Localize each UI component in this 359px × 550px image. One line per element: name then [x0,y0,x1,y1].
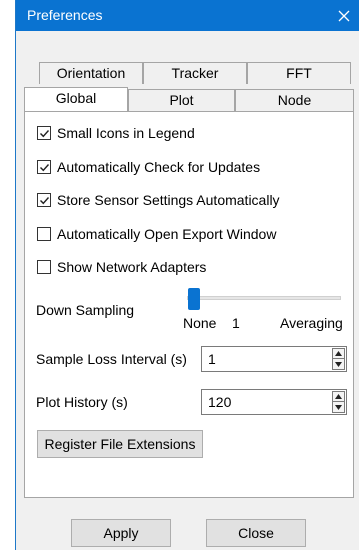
tab-global[interactable]: Global [24,87,128,111]
spin-up-icon[interactable] [332,348,345,359]
slider-value-label: 1 [232,315,240,331]
plot-history-value[interactable]: 120 [208,394,231,410]
checkbox-small-icons[interactable]: Small Icons in Legend [37,123,195,143]
spin-down-icon[interactable] [332,359,345,370]
checkbox-label: Automatically Check for Updates [57,159,261,175]
plot-history-label: Plot History (s) [36,394,128,410]
sample-loss-label: Sample Loss Interval (s) [36,351,187,367]
checkbox-label: Automatically Open Export Window [57,226,277,242]
tab-label: Node [277,92,312,108]
tab-label: Tracker [171,65,219,81]
checkbox-label: Show Network Adapters [57,259,207,275]
button-label: Apply [103,525,139,541]
checkbox-show-network-adapters[interactable]: Show Network Adapters [37,257,206,277]
sample-loss-value[interactable]: 1 [208,351,216,367]
global-panel: Small Icons in Legend Automatically Chec… [24,111,354,498]
title-bar: Preferences [16,0,359,31]
tab-fft[interactable]: FFT [247,62,351,84]
slider-max-label: Averaging [280,315,343,331]
apply-button[interactable]: Apply [71,519,171,547]
checkbox-checked-icon[interactable] [37,160,51,174]
tab-label: Global [55,90,97,106]
checkbox-open-export-window[interactable]: Automatically Open Export Window [37,224,276,244]
tab-label: Orientation [56,65,126,81]
preferences-window: Preferences Orientation Tracker FFT Glob… [15,0,359,550]
spin-down-icon[interactable] [332,402,345,413]
tab-label: Plot [169,92,194,108]
tab-tracker[interactable]: Tracker [143,62,247,84]
checkbox-checked-icon[interactable] [37,126,51,140]
plot-history-spinbox[interactable]: 120 [201,389,347,415]
button-label: Close [238,525,274,541]
tab-node[interactable]: Node [235,89,354,111]
close-icon[interactable] [328,0,359,31]
tab-plot[interactable]: Plot [128,89,235,111]
window-title: Preferences [27,7,103,23]
slider-min-label: None [183,315,217,331]
close-button[interactable]: Close [206,519,306,547]
tab-label: FFT [286,65,312,81]
checkbox-store-sensor-settings[interactable]: Store Sensor Settings Automatically [37,190,280,210]
button-label: Register File Extensions [44,436,196,452]
register-file-extensions-button[interactable]: Register File Extensions [37,430,203,458]
checkbox-unchecked-icon[interactable] [37,260,51,274]
down-sampling-label: Down Sampling [36,302,135,318]
down-sampling-track[interactable] [187,296,341,300]
checkbox-checked-icon[interactable] [37,193,51,207]
down-sampling-thumb[interactable] [188,288,200,310]
checkbox-check-updates[interactable]: Automatically Check for Updates [37,157,260,177]
checkbox-label: Small Icons in Legend [57,125,195,141]
spin-up-icon[interactable] [332,391,345,402]
tab-orientation[interactable]: Orientation [39,62,143,84]
checkbox-label: Store Sensor Settings Automatically [57,192,280,208]
checkbox-unchecked-icon[interactable] [37,227,51,241]
sample-loss-spinbox[interactable]: 1 [201,346,347,372]
